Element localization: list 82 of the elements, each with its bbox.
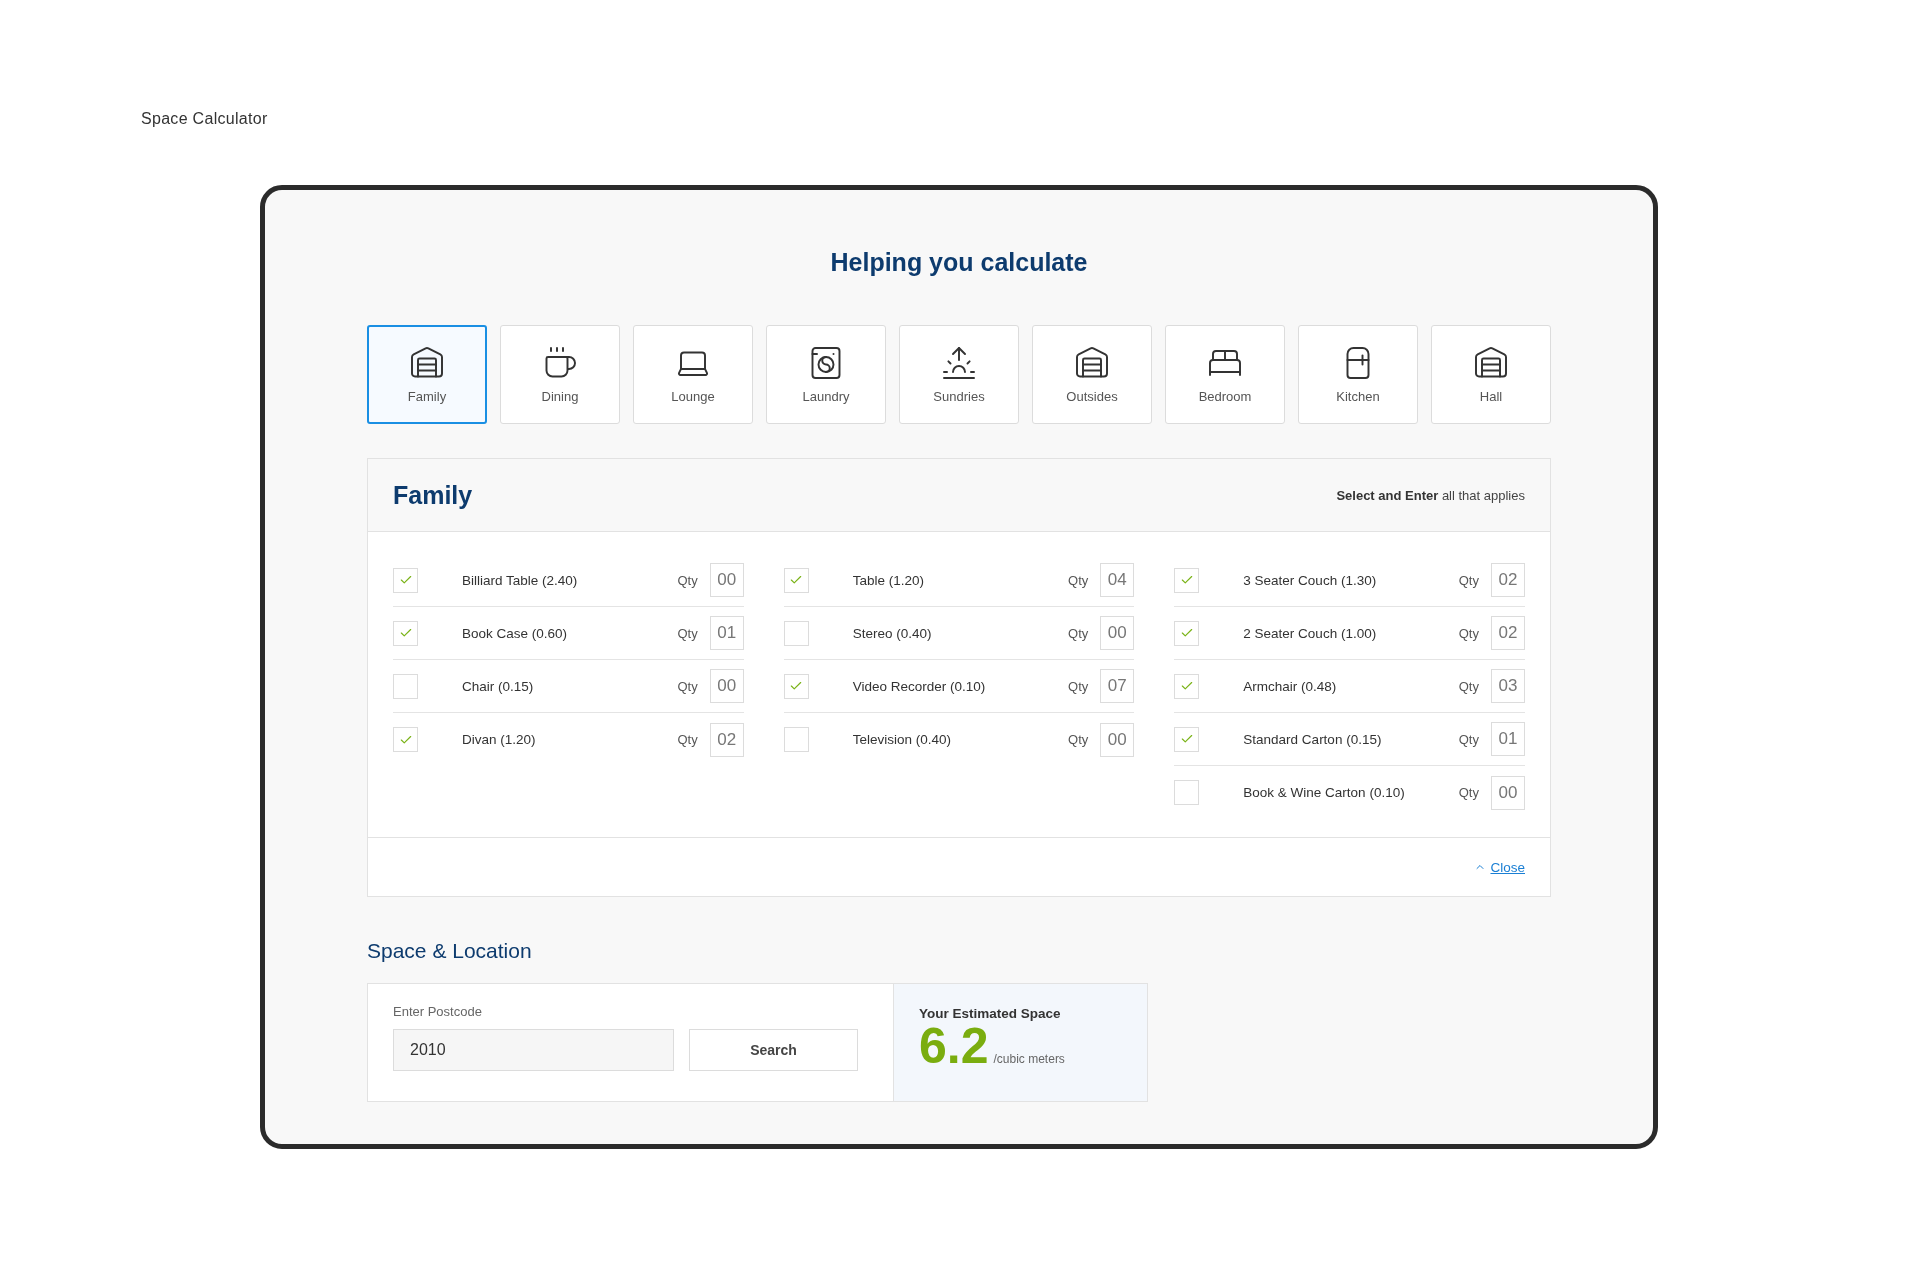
panel-title: Family [393, 480, 473, 510]
postcode-field[interactable]: 2010 [393, 1029, 674, 1071]
checkbox[interactable] [783, 673, 809, 699]
qty-field[interactable]: 02 [1491, 563, 1525, 597]
qty-field[interactable]: 02 [709, 722, 744, 757]
qty-field[interactable]: 00 [709, 669, 744, 703]
qty-field[interactable]: 02 [1491, 616, 1525, 650]
item-label: Billiard Table (2.40) [462, 572, 579, 588]
qty-field[interactable]: 01 [1491, 722, 1525, 756]
panel-hint: Select and Enter all that applies [1336, 487, 1525, 503]
check-icon [1179, 573, 1194, 587]
qty-label: Qty [677, 678, 698, 694]
item-label: Table (1.20) [852, 572, 925, 588]
page-title: Helping you calculate [829, 248, 1089, 277]
check-icon [398, 573, 413, 587]
item-label: 3 Seater Couch (1.30) [1243, 572, 1378, 588]
qty-label: Qty [1068, 625, 1089, 641]
qty-label: Qty [677, 572, 698, 588]
category-tab[interactable]: Kitchen [1298, 325, 1418, 424]
estimate-label: Your Estimated Space [919, 1006, 1062, 1021]
checkbox[interactable] [1174, 780, 1200, 805]
qty-field[interactable]: 04 [1100, 563, 1135, 597]
search-button[interactable]: Search [689, 1029, 858, 1071]
category-tab[interactable]: Lounge [633, 325, 753, 424]
checkbox[interactable] [1174, 673, 1200, 699]
qty-label: Qty [677, 625, 698, 641]
item-label: Standard Carton (0.15) [1243, 731, 1383, 747]
close-link[interactable]: Close [1474, 859, 1525, 875]
check-icon [1179, 626, 1194, 640]
category-tab[interactable]: Family [367, 325, 487, 424]
qty-field[interactable]: 03 [1491, 669, 1525, 703]
check-icon [398, 626, 413, 640]
category-tab[interactable]: Outsides [1032, 325, 1152, 424]
item-label: Stereo (0.40) [852, 625, 933, 641]
qty-label: Qty [1068, 732, 1089, 747]
check-icon [789, 679, 804, 693]
checkbox[interactable] [393, 673, 418, 699]
check-icon [789, 573, 804, 587]
qty-field[interactable]: 00 [1100, 722, 1135, 757]
item-label: 2 Seater Couch (1.00) [1243, 625, 1378, 641]
qty-field[interactable]: 01 [709, 616, 744, 650]
checkbox[interactable] [393, 620, 418, 646]
checkbox[interactable] [393, 727, 418, 752]
section-title: Space & Location [367, 939, 533, 963]
qty-field[interactable]: 00 [709, 563, 744, 597]
item-label: Television (0.40) [852, 732, 952, 747]
qty-label: Qty [1458, 678, 1479, 694]
estimate-unit: /cubic meters [993, 1052, 1065, 1066]
item-label: Armchair (0.48) [1243, 678, 1338, 694]
sunrise-icon [941, 345, 977, 381]
checkbox[interactable] [783, 620, 809, 646]
qty-field[interactable]: 00 [1491, 775, 1525, 810]
item-label: Divan (1.20) [462, 732, 537, 747]
item-label: Book & Wine Carton (0.10) [1243, 785, 1406, 800]
checkbox[interactable] [783, 567, 809, 593]
checkbox[interactable] [783, 727, 809, 752]
category-tab[interactable]: Bedroom [1165, 325, 1285, 424]
check-icon [1179, 679, 1194, 693]
estimate-value: 6.2 [919, 1021, 989, 1071]
item-label: Book Case (0.60) [462, 625, 569, 641]
check-icon [1179, 732, 1194, 746]
qty-label: Qty [1068, 678, 1089, 694]
qty-label: Qty [1458, 625, 1479, 641]
page-label: Space Calculator [141, 110, 269, 128]
qty-label: Qty [1068, 572, 1089, 588]
category-tab[interactable]: Dining [500, 325, 620, 424]
category-tab[interactable]: Sundries [899, 325, 1019, 424]
checkbox[interactable] [1174, 726, 1200, 752]
item-label: Chair (0.15) [462, 678, 535, 694]
qty-label: Qty [677, 732, 698, 747]
qty-field[interactable]: 00 [1100, 616, 1135, 650]
qty-label: Qty [1458, 731, 1479, 747]
item-label: Video Recorder (0.10) [852, 678, 987, 694]
qty-label: Qty [1458, 785, 1479, 800]
checkbox[interactable] [1174, 567, 1200, 593]
checkbox[interactable] [1174, 620, 1200, 646]
field-label: Enter Postcode [393, 1004, 483, 1019]
checkbox[interactable] [393, 567, 418, 593]
category-tab[interactable]: Hall [1431, 325, 1551, 424]
qty-label: Qty [1458, 572, 1479, 588]
qty-field[interactable]: 07 [1100, 669, 1135, 703]
category-tab[interactable]: Laundry [766, 325, 886, 424]
